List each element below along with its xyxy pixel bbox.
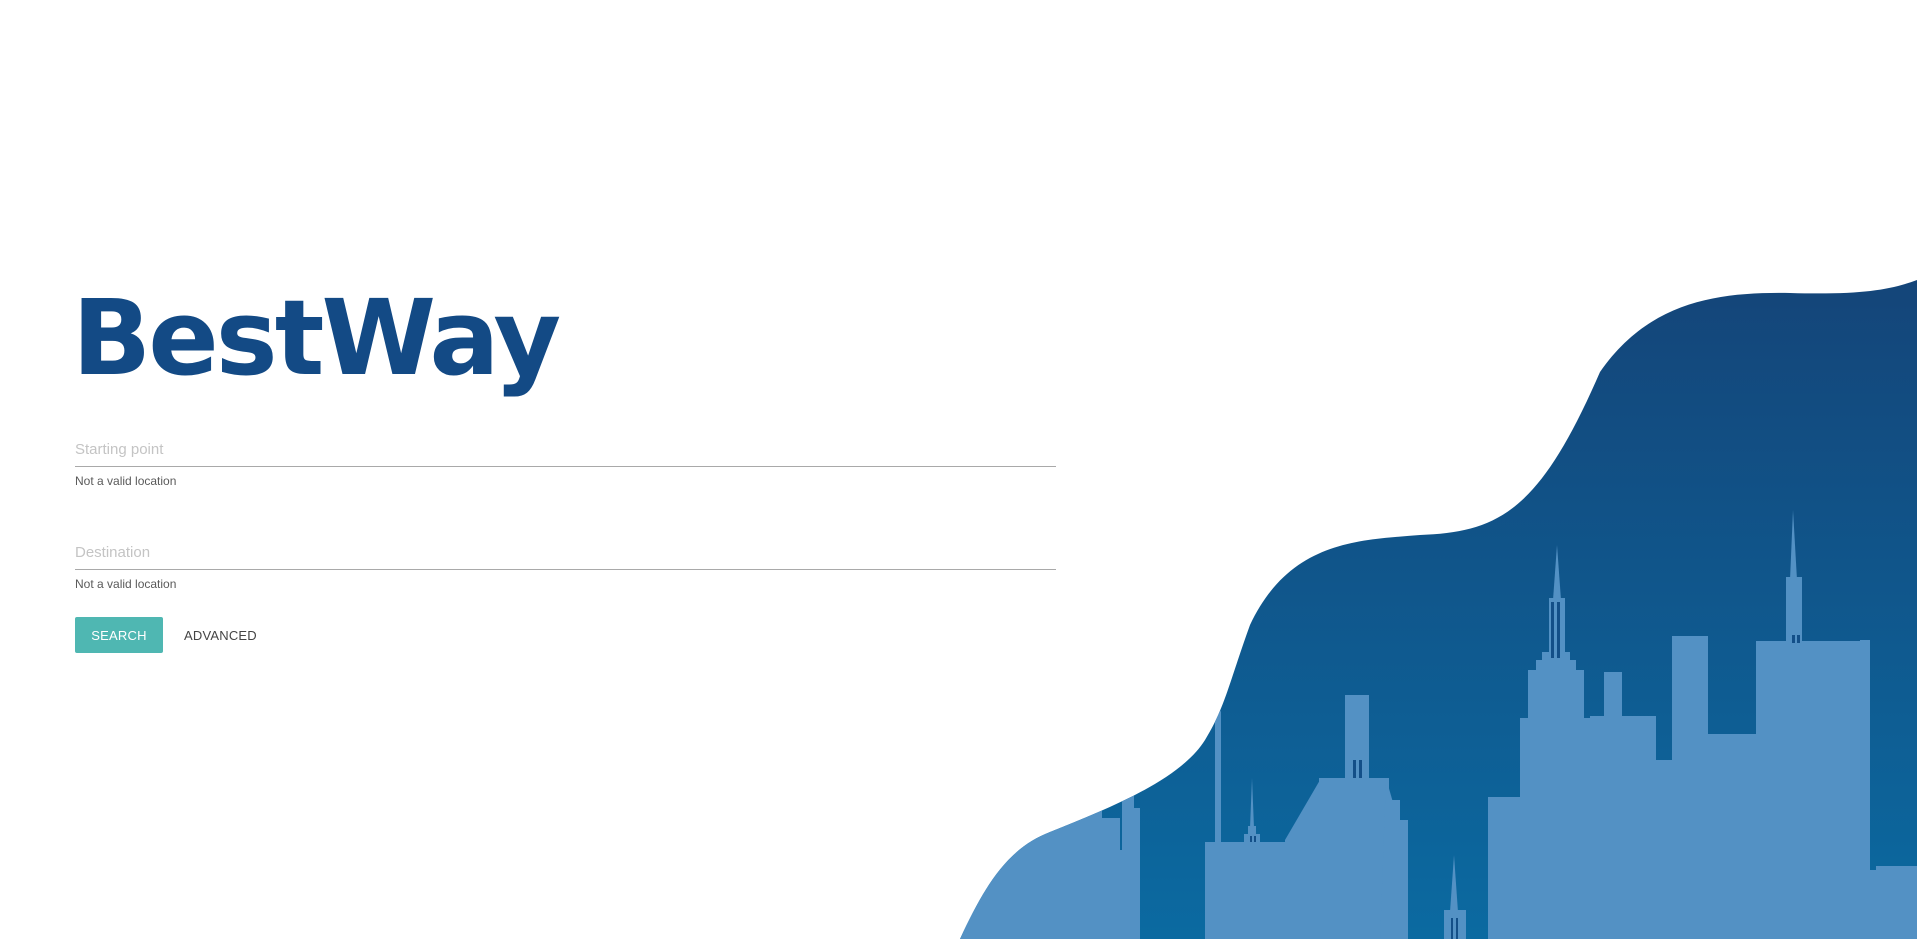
destination-field-group: Not a valid location <box>75 539 1056 675</box>
brand-logo: BestWay <box>72 277 561 399</box>
route-search-form: Not a valid location Not a valid locatio… <box>75 436 1056 642</box>
starting-point-input[interactable] <box>75 436 1056 467</box>
destination-error: Not a valid location <box>75 577 177 591</box>
starting-point-error: Not a valid location <box>75 474 177 488</box>
search-button[interactable]: SEARCH <box>75 617 163 653</box>
form-actions: SEARCH ADVANCED <box>75 617 257 653</box>
destination-input[interactable] <box>75 539 1056 570</box>
landing-page: BestWay Not a valid location Not a valid… <box>0 0 1917 939</box>
advanced-button[interactable]: ADVANCED <box>184 628 257 643</box>
